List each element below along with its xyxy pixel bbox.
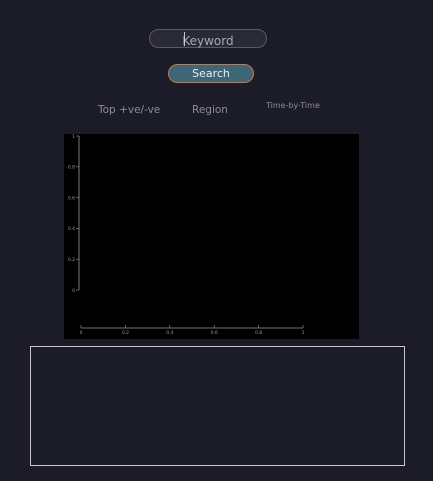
text-caret	[184, 32, 185, 46]
x-tick-label: 0.8	[255, 330, 262, 336]
results-panel	[30, 346, 405, 466]
x-tick-label: 0.4	[166, 330, 173, 336]
y-tick-label: 0.6	[68, 195, 75, 201]
y-tick-label: 1	[72, 134, 75, 140]
x-tick-label: 0.6	[211, 330, 218, 336]
tab-region[interactable]: Region	[192, 104, 228, 116]
chart-svg: 0 0.2 0.4 0.6 0.8 1 0 0.2 0.4 0.6 0.8 1	[68, 134, 305, 336]
x-tick-label: 1	[302, 330, 305, 336]
search-button[interactable]: Search	[168, 64, 254, 83]
y-tick-label: 0.2	[68, 257, 75, 263]
x-tick-label: 0.2	[122, 330, 129, 336]
tab-time-by-time[interactable]: Time-by-Time	[266, 101, 320, 110]
search-field[interactable]	[149, 29, 267, 50]
chart-area: 0 0.2 0.4 0.6 0.8 1 0 0.2 0.4 0.6 0.8 1	[64, 134, 359, 339]
x-tick-label: 0	[80, 330, 83, 336]
keyword-input[interactable]	[150, 32, 266, 50]
y-tick-label: 0.4	[68, 226, 75, 232]
tab-top-sentiment[interactable]: Top +ve/-ve	[98, 104, 160, 116]
y-tick-label: 0.8	[68, 165, 75, 171]
y-tick-label: 0	[72, 288, 75, 294]
